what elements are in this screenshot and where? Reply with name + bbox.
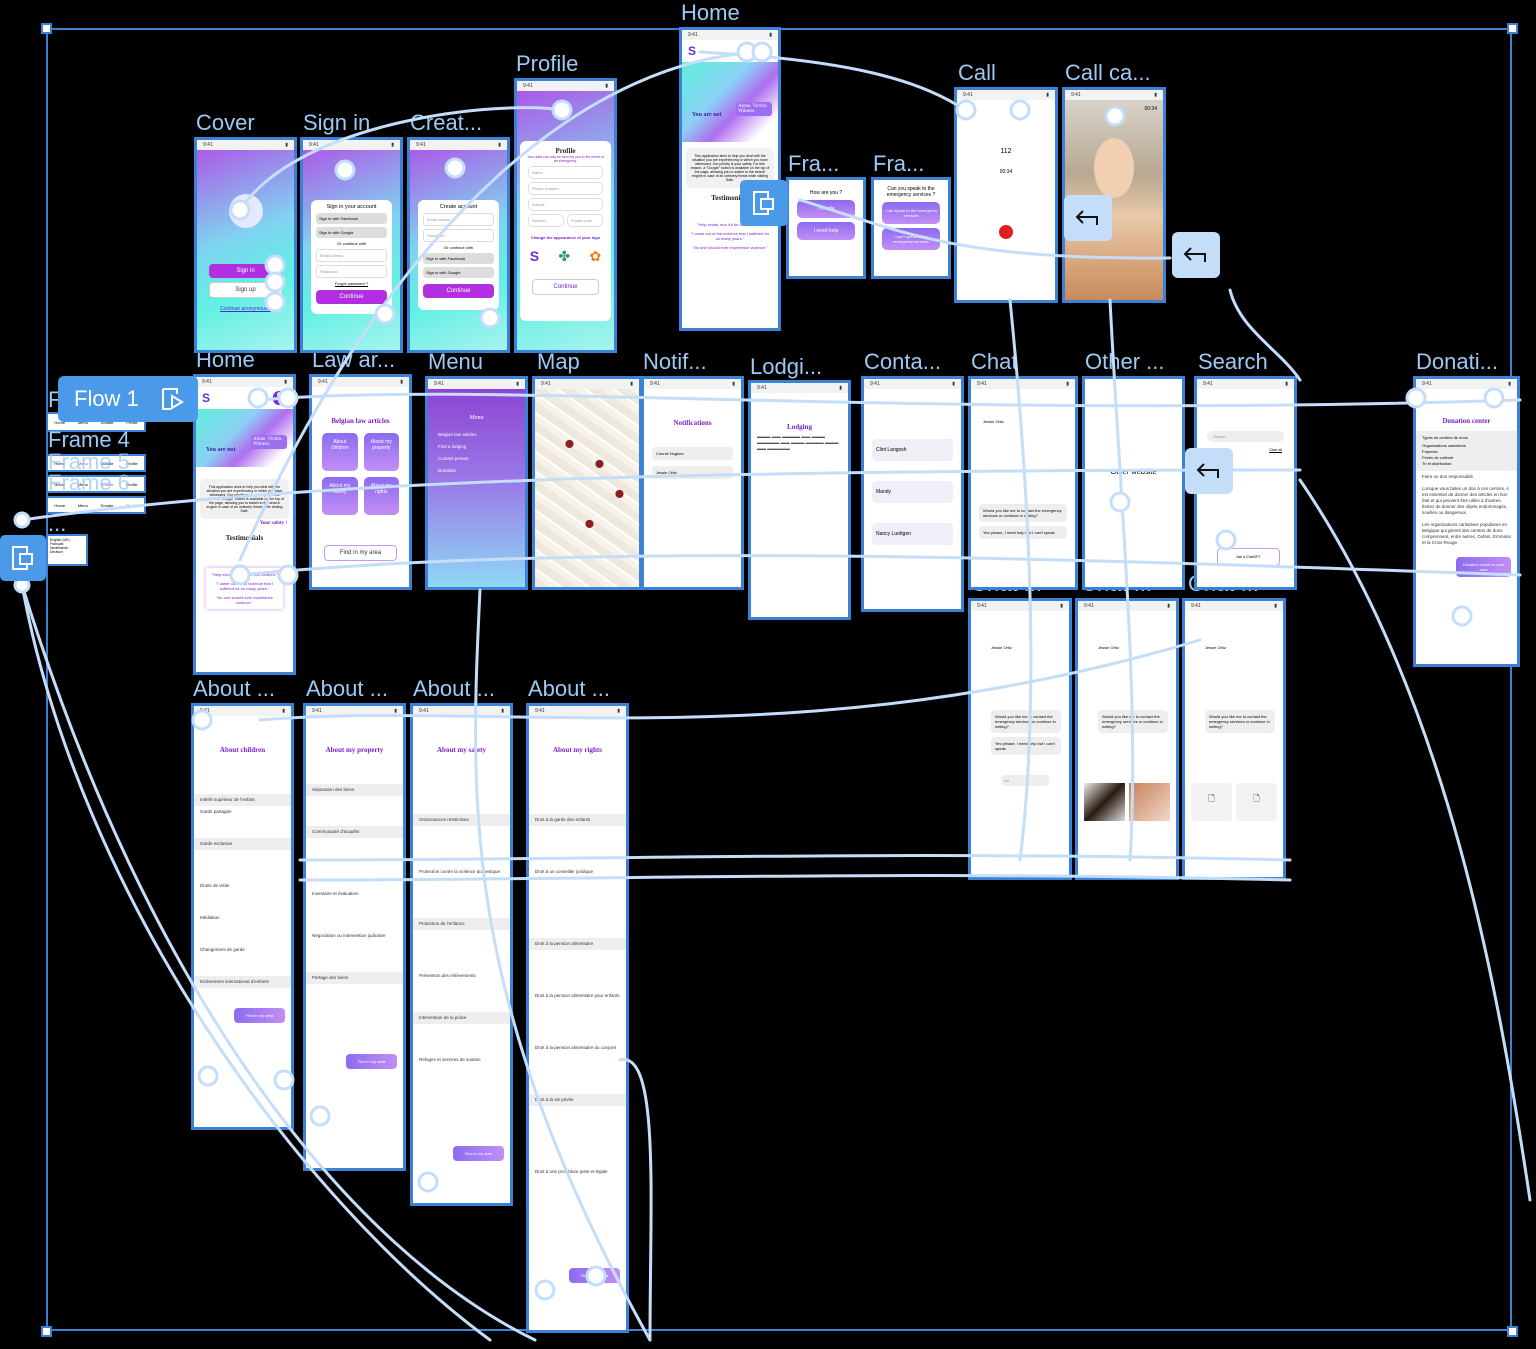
connection-node[interactable] (264, 254, 286, 276)
overlay-action-icon[interactable] (0, 535, 46, 581)
connector (20, 583, 537, 1342)
connector (256, 392, 1522, 408)
connector (298, 854, 1292, 862)
connector (1298, 478, 1532, 1202)
connector (618, 1058, 653, 1342)
connector (298, 874, 1292, 882)
connector (258, 638, 1202, 722)
connector (238, 106, 564, 212)
connection-node[interactable] (1483, 387, 1505, 409)
connection-node[interactable] (264, 291, 286, 313)
connector (20, 583, 492, 1342)
connection-node[interactable] (334, 159, 356, 181)
connector (798, 198, 1172, 260)
connector (1108, 298, 1135, 862)
connection-node[interactable] (277, 387, 299, 409)
connector-nodes (13, 41, 1505, 1301)
connector (698, 50, 967, 112)
connection-node[interactable] (229, 199, 251, 221)
connection-node[interactable] (417, 1171, 439, 1193)
back-action-icon[interactable] (1172, 232, 1220, 278)
connection-node[interactable] (585, 1265, 607, 1287)
connection-node[interactable] (1009, 99, 1031, 121)
back-action-icon[interactable] (1064, 195, 1112, 241)
connection-node[interactable] (751, 41, 773, 63)
connection-node[interactable] (374, 303, 396, 325)
connector (238, 554, 1522, 577)
connector (1228, 288, 1302, 382)
connection-node[interactable] (1104, 105, 1126, 127)
connection-node[interactable] (1215, 529, 1237, 551)
connection-node[interactable] (479, 307, 501, 329)
connection-node[interactable] (247, 387, 269, 409)
back-action-icon[interactable] (1185, 448, 1233, 494)
connection-node[interactable] (1405, 387, 1427, 409)
connection-node[interactable] (444, 157, 466, 179)
connector (474, 588, 652, 1342)
connection-node[interactable] (264, 271, 286, 293)
connection-node[interactable] (1109, 491, 1131, 513)
flow-label: Flow 1 (74, 386, 139, 411)
connection-node[interactable] (191, 709, 213, 731)
prototype-canvas[interactable]: Home Cover Sign in Creat... Profile Call… (0, 0, 1536, 1349)
connection-node[interactable] (229, 564, 251, 586)
connector (20, 468, 1302, 522)
connector (1008, 298, 1033, 862)
connection-node[interactable] (277, 564, 299, 586)
connection-node[interactable] (1451, 605, 1473, 627)
connector-group (20, 50, 1532, 1342)
play-icon (161, 388, 184, 410)
connection-node[interactable] (534, 1279, 556, 1301)
overlay-action-icon[interactable] (740, 180, 788, 226)
connection-node[interactable] (551, 99, 573, 121)
connection-node[interactable] (13, 511, 31, 529)
connector (238, 50, 762, 562)
connection-node[interactable] (273, 1069, 295, 1091)
connection-node[interactable] (955, 99, 977, 121)
connection-node[interactable] (197, 1065, 219, 1087)
connection-node[interactable] (309, 1105, 331, 1127)
flow-start-button[interactable]: Flow 1 (58, 376, 198, 422)
